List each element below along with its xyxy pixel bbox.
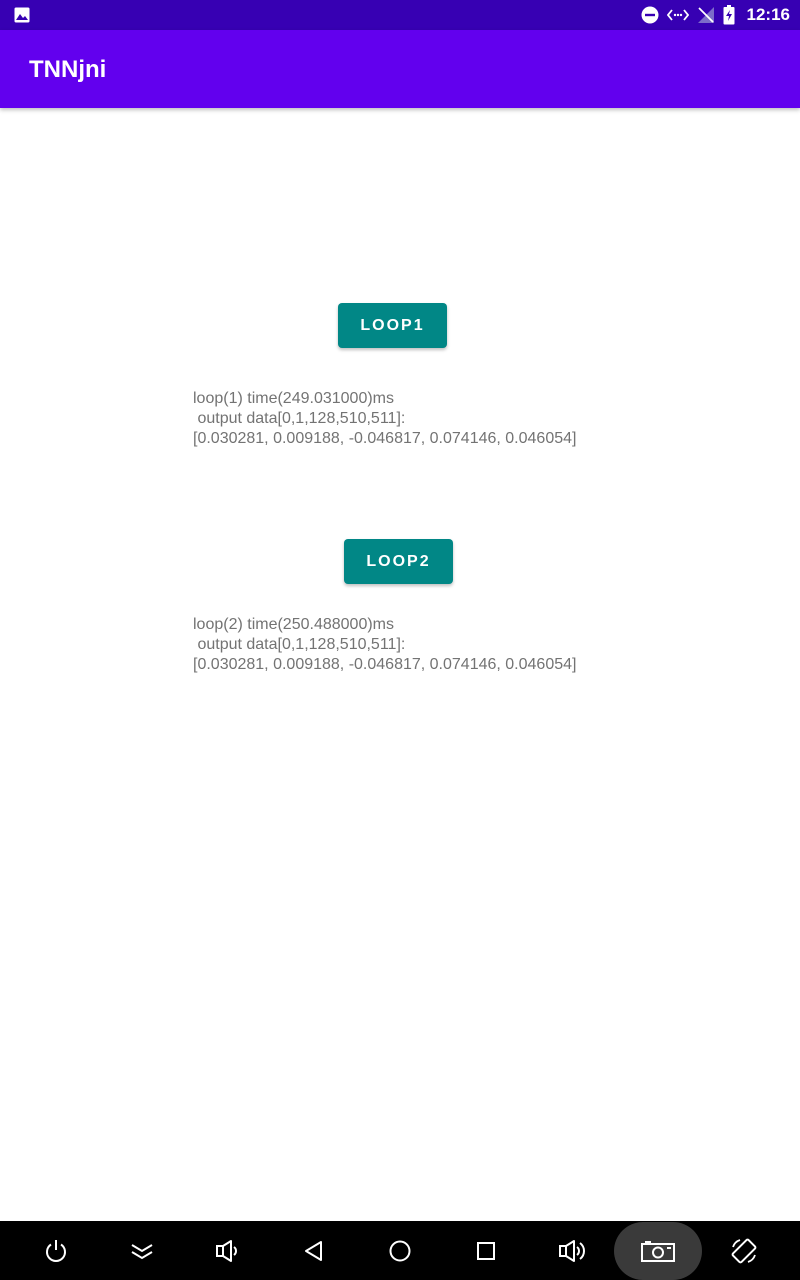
- no-signal-icon: [697, 6, 715, 24]
- home-icon[interactable]: [370, 1221, 430, 1280]
- do-not-disturb-icon: [641, 6, 659, 24]
- status-time: 12:16: [746, 5, 790, 24]
- status-bar: 12:16: [0, 0, 800, 30]
- screenshot-icon[interactable]: [628, 1221, 688, 1280]
- volume-down-icon[interactable]: [197, 1221, 257, 1280]
- recents-icon[interactable]: [456, 1221, 516, 1280]
- navigation-bar: [0, 1221, 800, 1280]
- status-icons: 12:16: [641, 0, 790, 30]
- app-title: TNNjni: [29, 56, 107, 83]
- volume-up-icon[interactable]: [542, 1221, 602, 1280]
- screen: 12:16 TNNjni LOOP1 loop(1) time(249.0310…: [0, 0, 800, 1280]
- rotate-icon[interactable]: [714, 1221, 774, 1280]
- battery-charging-icon: [723, 5, 735, 25]
- power-icon[interactable]: [26, 1221, 86, 1280]
- loop1-button[interactable]: LOOP1: [338, 303, 447, 348]
- loop2-button[interactable]: LOOP2: [344, 539, 453, 584]
- collapse-icon[interactable]: [112, 1221, 172, 1280]
- app-bar: TNNjni: [0, 30, 800, 108]
- loop2-output-text: loop(2) time(250.488000)ms output data[0…: [193, 616, 577, 673]
- data-sync-icon: [666, 6, 689, 24]
- image-icon: [14, 7, 30, 23]
- back-icon[interactable]: [284, 1221, 344, 1280]
- loop1-output-text: loop(1) time(249.031000)ms output data[0…: [193, 390, 577, 447]
